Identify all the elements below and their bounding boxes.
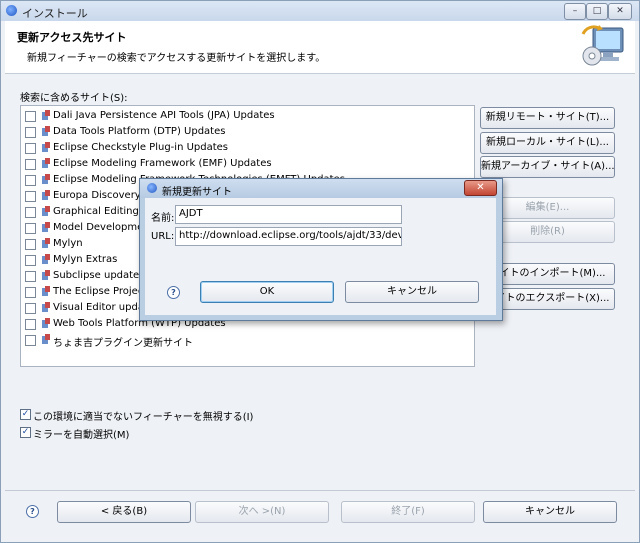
update-computer-icon	[581, 25, 624, 66]
update-site-icon	[42, 302, 50, 312]
site-checkbox[interactable]	[25, 175, 36, 186]
sites-label: 検索に含めるサイト(S):	[20, 93, 128, 104]
app-icon	[6, 5, 17, 16]
update-site-icon	[42, 158, 50, 168]
footer-separator	[5, 490, 635, 491]
update-site-icon	[42, 142, 50, 152]
page-title: 更新アクセス先サイト	[17, 31, 127, 44]
url-field[interactable]: http://download.eclipse.org/tools/ajdt/3…	[175, 227, 402, 246]
wizard-header: 更新アクセス先サイト 新規フィーチャーの検索でアクセスする更新サイトを選択します…	[5, 21, 635, 74]
site-checkbox[interactable]	[25, 223, 36, 234]
update-site-icon	[42, 174, 50, 184]
dialog-help-icon[interactable]: ?	[167, 286, 180, 299]
new-archive-site-button[interactable]: 新規アーカイブ・サイト(A)...	[480, 156, 615, 178]
finish-button[interactable]: 終了(F)	[341, 501, 475, 523]
site-checkbox[interactable]	[25, 319, 36, 330]
site-checkbox[interactable]	[25, 303, 36, 314]
site-checkbox[interactable]	[25, 255, 36, 266]
update-site-icon	[42, 318, 50, 328]
close-button[interactable]: ✕	[608, 3, 632, 20]
url-label: URL:	[151, 231, 175, 242]
name-label: 名前:	[151, 213, 175, 224]
site-checkbox[interactable]	[25, 191, 36, 202]
dialog-close-button[interactable]: ✕	[464, 180, 497, 196]
name-field[interactable]: AJDT	[175, 205, 402, 224]
maximize-button[interactable]: □	[586, 3, 608, 20]
update-site-icon	[42, 206, 50, 216]
site-checkbox[interactable]	[25, 271, 36, 282]
page-description: 新規フィーチャーの検索でアクセスする更新サイトを選択します。	[27, 53, 326, 64]
update-site-icon	[42, 190, 50, 200]
site-checkbox[interactable]	[25, 287, 36, 298]
ignore-unsuitable-checkbox[interactable]: ✓	[20, 409, 31, 420]
update-site-icon	[42, 270, 50, 280]
dialog-cancel-button[interactable]: キャンセル	[345, 281, 479, 303]
minimize-button[interactable]: –	[564, 3, 586, 20]
window-title: インストール	[22, 7, 88, 20]
update-site-icon	[42, 238, 50, 248]
update-site-icon	[42, 334, 50, 344]
install-window: インストール – □ ✕ 更新アクセス先サイト 新規フィーチャーの検索でアクセス…	[0, 0, 640, 543]
update-site-icon	[42, 286, 50, 296]
dialog-body: 名前: AJDT URL: http://download.eclipse.or…	[145, 198, 496, 315]
auto-mirror-checkbox[interactable]: ✓	[20, 427, 31, 438]
site-checkbox[interactable]	[25, 127, 36, 138]
cancel-button[interactable]: キャンセル	[483, 501, 617, 523]
help-icon[interactable]: ?	[26, 505, 39, 518]
site-checkbox[interactable]	[25, 335, 36, 346]
dialog-title: 新規更新サイト	[162, 187, 232, 198]
new-local-site-button[interactable]: 新規ローカル・サイト(L)...	[480, 132, 615, 154]
update-site-icon	[42, 222, 50, 232]
site-checkbox[interactable]	[25, 159, 36, 170]
site-checkbox[interactable]	[25, 207, 36, 218]
title-bar: インストール – □ ✕	[1, 1, 639, 21]
update-site-icon	[42, 254, 50, 264]
update-site-icon	[42, 126, 50, 136]
ok-button[interactable]: OK	[200, 281, 334, 303]
site-checkbox[interactable]	[25, 143, 36, 154]
update-site-icon	[42, 110, 50, 120]
dialog-app-icon	[147, 183, 157, 193]
site-checkbox[interactable]	[25, 111, 36, 122]
new-update-site-dialog: 新規更新サイト ✕ 名前: AJDT URL: http://download.…	[139, 178, 503, 321]
next-button[interactable]: 次へ >(N)	[195, 501, 329, 523]
site-checkbox[interactable]	[25, 239, 36, 250]
back-button[interactable]: < 戻る(B)	[57, 501, 191, 523]
dialog-title-bar: 新規更新サイト ✕	[140, 179, 502, 198]
new-remote-site-button[interactable]: 新規リモート・サイト(T)...	[480, 107, 615, 129]
